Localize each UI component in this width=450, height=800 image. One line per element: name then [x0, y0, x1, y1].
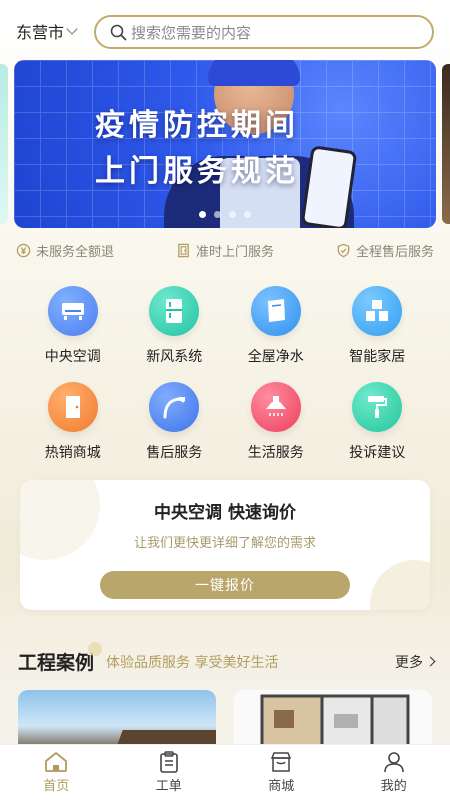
banner-title-line2: 上门服务规范: [95, 154, 299, 189]
tab-home[interactable]: 首页: [0, 745, 113, 800]
category-central-ac[interactable]: 中央空调: [22, 286, 124, 366]
carousel-dot[interactable]: [214, 211, 221, 218]
store-door-icon: [47, 382, 98, 432]
search-input[interactable]: 搜索您需要的内容: [131, 22, 251, 43]
project-card-house[interactable]: [18, 690, 216, 750]
tab-orders[interactable]: 工单: [113, 745, 226, 800]
tab-shop[interactable]: 商城: [225, 745, 338, 800]
clipboard-icon: [159, 751, 178, 773]
category-label: 售后服务: [146, 445, 203, 461]
category-smart-home[interactable]: 智能家居: [327, 286, 429, 366]
prev-slide-peek[interactable]: [0, 64, 8, 224]
tab-label: 我的: [380, 779, 407, 794]
tab-label: 商城: [268, 779, 295, 794]
card-decoration: [370, 560, 430, 610]
air-conditioner-icon: [47, 286, 98, 336]
category-label: 全屋净水: [247, 349, 304, 365]
header: 东营市 搜索您需要的内容: [0, 0, 450, 62]
banner-carousel[interactable]: 疫情防控期间 上门服务规范: [0, 60, 450, 228]
category-after-sales[interactable]: 售后服务: [124, 382, 226, 462]
shield-check-icon: [337, 243, 350, 258]
guarantee-aftersales: 全程售后服务: [336, 241, 434, 260]
category-life-service[interactable]: 生活服务: [225, 382, 327, 462]
home-icon: [45, 752, 68, 772]
guarantee-label: 准时上门服务: [195, 245, 274, 260]
more-link[interactable]: 更多: [395, 652, 436, 672]
category-label: 智能家居: [349, 349, 406, 365]
door-icon: [178, 243, 189, 258]
next-slide-peek[interactable]: [442, 64, 450, 224]
projects-header: 工程案例 体验品质服务 享受美好生活 更多: [18, 642, 436, 675]
projects-title-text: 工程案例: [18, 652, 95, 674]
chevron-down-icon: [66, 22, 78, 35]
quick-inquiry-card: 中央空调 快速询价 让我们更快更详细了解您的需求 一键报价: [20, 480, 430, 610]
projects-subtitle: 体验品质服务 享受美好生活: [106, 654, 279, 671]
city-selector[interactable]: 东营市: [16, 19, 96, 43]
carousel-dot[interactable]: [229, 211, 236, 218]
guarantee-refund: 未服务全额退: [16, 241, 114, 260]
search-bar[interactable]: 搜索您需要的内容: [94, 15, 434, 49]
title-decoration-dot: [88, 642, 103, 656]
city-label: 东营市: [16, 23, 65, 42]
guarantee-ontime: 准时上门服务: [176, 241, 274, 260]
category-label: 生活服务: [247, 445, 304, 461]
carousel-dot[interactable]: [244, 211, 251, 218]
tab-label: 工单: [155, 779, 182, 794]
category-complaint[interactable]: 投诉建议: [327, 382, 429, 462]
projects-title: 工程案例: [18, 642, 103, 675]
category-label: 中央空调: [44, 349, 101, 365]
user-icon: [383, 752, 404, 773]
project-card-floorplan[interactable]: [234, 690, 432, 750]
service-guarantees: 未服务全额退 准时上门服务 全程售后服务: [0, 241, 450, 260]
more-label: 更多: [395, 654, 423, 671]
get-quote-button[interactable]: 一键报价: [100, 571, 350, 599]
faucet-icon: [149, 382, 200, 432]
guarantee-label: 未服务全额退: [36, 245, 115, 260]
inquiry-subtitle: 让我们更快更详细了解您的需求: [133, 536, 316, 551]
tab-profile[interactable]: 我的: [338, 745, 450, 800]
banner-slide[interactable]: 疫情防控期间 上门服务规范: [14, 60, 436, 228]
water-purifier-icon: [250, 286, 301, 336]
fresh-air-icon: [149, 286, 200, 336]
carousel-dot[interactable]: [199, 211, 206, 218]
bottom-tab-bar: 首页 工单 商城 我的: [0, 744, 450, 800]
category-fresh-air[interactable]: 新风系统: [124, 286, 226, 366]
category-label: 热销商城: [44, 445, 101, 461]
range-hood-icon: [250, 382, 301, 432]
banner-person-cap: [208, 60, 300, 86]
category-grid: 中央空调 新风系统 全屋净水 智能家居 热销商城 售后服务 生活服务 投诉建议: [22, 286, 428, 462]
search-icon: [110, 24, 127, 40]
chevron-right-icon: [425, 656, 436, 667]
shop-icon: [271, 752, 292, 772]
inquiry-title: 中央空调 快速询价: [154, 503, 296, 523]
category-store[interactable]: 热销商城: [22, 382, 124, 462]
category-label: 投诉建议: [349, 445, 406, 461]
paint-roller-icon: [352, 382, 403, 432]
category-label: 新风系统: [146, 349, 203, 365]
smart-home-icon: [352, 286, 403, 336]
banner-title-line1: 疫情防控期间: [95, 108, 299, 143]
floorplan-image: [234, 690, 432, 750]
carousel-indicator: [14, 211, 436, 218]
category-water[interactable]: 全屋净水: [225, 286, 327, 366]
tab-label: 首页: [43, 779, 70, 794]
yen-circle-icon: [16, 243, 31, 258]
guarantee-label: 全程售后服务: [355, 245, 434, 260]
